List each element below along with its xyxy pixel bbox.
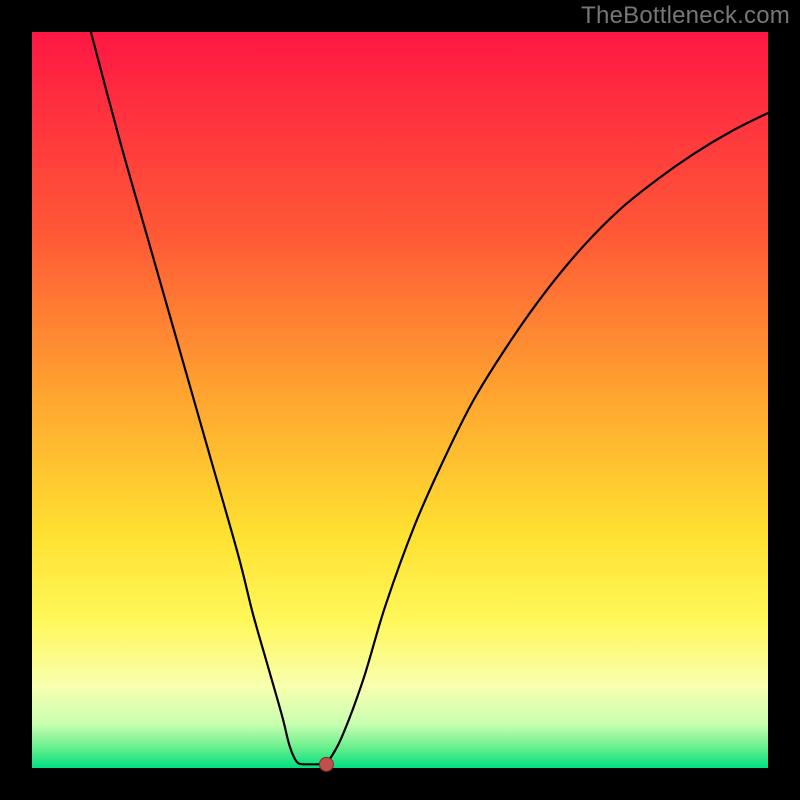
watermark-text: TheBottleneck.com — [581, 2, 790, 30]
chart-background-gradient — [32, 32, 768, 768]
optimum-marker — [319, 757, 333, 771]
bottleneck-chart — [0, 0, 800, 800]
